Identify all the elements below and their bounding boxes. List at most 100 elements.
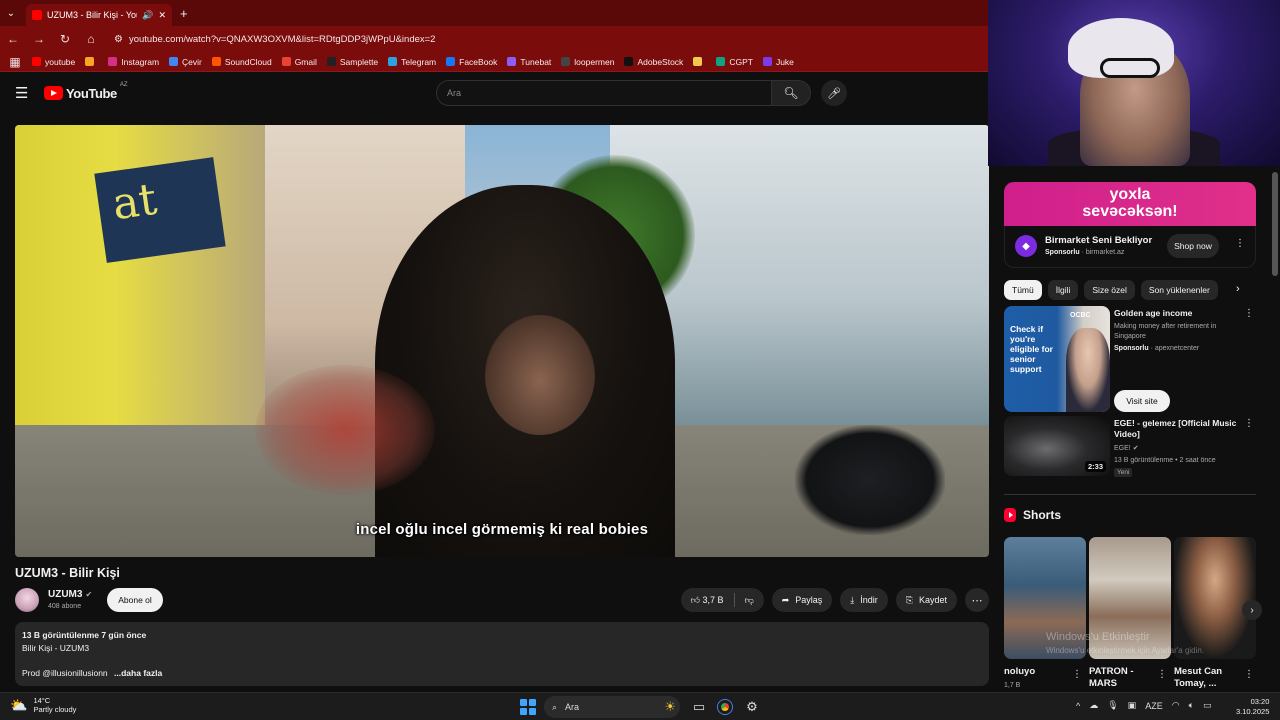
like-count: 3,7 B: [702, 594, 724, 605]
browser-tab-active[interactable]: UZUM3 - Bilir Kişi - YouTub 🔊 ✕: [26, 4, 172, 26]
temperature: 14°C: [33, 696, 51, 705]
bookmark-item[interactable]: Gmail: [281, 57, 317, 67]
bookmark-label: AdobeStock: [637, 56, 684, 67]
url-field[interactable]: ⚙ youtube.com/watch?v=QNAXW3OXVM&list=RDt…: [114, 34, 435, 45]
ad-thumbnail[interactable]: Check if you're eligible for senior supp…: [1004, 306, 1110, 412]
chip-related[interactable]: İlgili: [1047, 280, 1079, 300]
rec-title[interactable]: Golden age income: [1114, 308, 1240, 319]
ad-thumbnail-text: Check if you're eligible for senior supp…: [1010, 324, 1053, 374]
youtube-play-icon: [44, 86, 63, 100]
sponsored-recommendation[interactable]: Check if you're eligible for senior supp…: [1004, 306, 1256, 412]
more-actions-button[interactable]: ⋯: [965, 588, 989, 612]
bookmark-item[interactable]: Tunebat: [507, 57, 551, 67]
display-icon[interactable]: ▣: [1128, 700, 1137, 711]
bookmark-item[interactable]: [85, 57, 98, 66]
bookmark-item[interactable]: Juke: [762, 57, 794, 67]
rec-channel[interactable]: EGE! ✔: [1114, 444, 1240, 454]
chrome-icon[interactable]: [716, 698, 734, 716]
channel-avatar[interactable]: [15, 588, 39, 612]
voice-search-button[interactable]: 🎤︎: [821, 80, 847, 106]
shorts-next-button[interactable]: ›: [1242, 600, 1262, 620]
bookmark-item[interactable]: loopermen: [561, 57, 614, 67]
windows-start-icon[interactable]: [520, 699, 536, 715]
bookmark-item[interactable]: Samplette: [326, 57, 378, 67]
save-button[interactable]: ⎘ Kaydet: [895, 588, 957, 612]
scrollbar-thumb[interactable]: [1272, 172, 1278, 276]
cloud-icon[interactable]: ☁: [1089, 700, 1098, 711]
ad-title[interactable]: Birmarket Seni Bekliyor: [1045, 235, 1152, 246]
bookmark-item[interactable]: CGPT: [716, 57, 753, 67]
app-icon[interactable]: ⚙: [743, 698, 761, 716]
reload-icon[interactable]: ↻: [58, 32, 72, 46]
save-label: Kaydet: [918, 595, 947, 605]
new-tab-button[interactable]: +: [180, 6, 188, 21]
bookmark-item[interactable]: SoundCloud: [211, 57, 272, 67]
ad-banner[interactable]: yoxla sevəcəksən!: [1004, 182, 1256, 226]
home-icon[interactable]: ⌂: [84, 32, 98, 46]
search-input[interactable]: Ara: [436, 80, 772, 106]
audio-playing-icon[interactable]: 🔊: [142, 10, 153, 21]
hamburger-menu-icon[interactable]: ☰: [15, 84, 31, 102]
bookmark-favicon-icon: [446, 57, 456, 66]
youtube-logo[interactable]: YouTube AZ: [44, 82, 128, 101]
rec-more-icon[interactable]: ⋮: [1244, 418, 1254, 429]
bookmark-item[interactable]: Instagram: [108, 57, 159, 67]
share-button[interactable]: ➦ Paylaş: [771, 588, 833, 612]
subscribe-button[interactable]: Abone ol: [107, 588, 163, 612]
ad-domain: birmarket.az: [1085, 249, 1125, 256]
birmarket-logo-icon[interactable]: ◆: [1015, 235, 1037, 257]
task-view-icon[interactable]: ▭: [690, 698, 708, 716]
bookmark-item[interactable]: [693, 57, 706, 66]
forward-icon[interactable]: →: [32, 32, 46, 46]
clock[interactable]: 03:20 3.10.2025: [1236, 697, 1269, 717]
short-more-icon[interactable]: ⋮: [1072, 669, 1082, 680]
dislike-button[interactable]: 👎︎: [745, 595, 754, 606]
rec-thumbnail[interactable]: 2:33: [1004, 416, 1110, 476]
weather-widget[interactable]: ⛅ 14°C Partly cloudy: [10, 696, 76, 714]
video-player[interactable]: at incel oğlu incel görmemiş ki real bob…: [15, 125, 989, 557]
short-title[interactable]: noluyo: [1004, 666, 1070, 678]
sidebar-scrollbar[interactable]: [1270, 166, 1280, 692]
visit-site-button[interactable]: Visit site: [1114, 390, 1170, 412]
chip-all[interactable]: Tümü: [1004, 280, 1042, 300]
chip-for-you[interactable]: Size özel: [1084, 280, 1135, 300]
volume-icon[interactable]: 🔈︎: [1189, 700, 1194, 711]
download-button[interactable]: ⤓ İndir: [840, 588, 888, 612]
battery-icon[interactable]: ▭: [1203, 700, 1212, 711]
show-hidden-icons-icon[interactable]: ^: [1076, 701, 1080, 711]
chip-recent[interactable]: Son yüklenenler: [1140, 280, 1218, 300]
bookmark-item[interactable]: Çevir: [169, 57, 202, 67]
producer-credit[interactable]: Prod @illusionillusionn: [22, 668, 108, 678]
short-title[interactable]: PATRON - MARS: [1089, 666, 1155, 690]
rec-more-icon[interactable]: ⋮: [1244, 308, 1254, 319]
site-info-icon[interactable]: ⚙: [114, 34, 123, 45]
microphone-icon[interactable]: 🎙︎: [1107, 700, 1118, 711]
description-box[interactable]: 13 B görüntülenme 7 gün önce Bilir Kişi …: [15, 622, 989, 686]
wifi-icon[interactable]: ◠: [1172, 700, 1180, 711]
bookmark-favicon-icon: [32, 57, 41, 66]
taskbar-search[interactable]: ⌕ Ara ☀: [544, 696, 680, 718]
short-more-icon[interactable]: ⋮: [1157, 669, 1167, 680]
bookmark-item[interactable]: Telegram: [388, 57, 436, 67]
ocbc-logo: OCBC: [1070, 312, 1091, 319]
short-title[interactable]: Mesut Can Tomay, ...: [1174, 666, 1240, 690]
chevron-right-icon[interactable]: ›: [1236, 283, 1240, 295]
bookmark-item[interactable]: youtube: [32, 57, 75, 67]
tab-search-chevron-icon[interactable]: ⌄: [0, 0, 22, 26]
rec-title[interactable]: EGE! - gelemez [Official Music Video]: [1114, 418, 1240, 440]
like-button[interactable]: 👍︎ 3,7 B: [691, 595, 724, 606]
time: 03:20: [1250, 697, 1270, 706]
video-recommendation[interactable]: 2:33 EGE! - gelemez [Official Music Vide…: [1004, 416, 1256, 478]
back-icon[interactable]: ←: [6, 32, 20, 46]
bookmark-item[interactable]: AdobeStock: [624, 57, 683, 67]
search-button[interactable]: 🔍︎: [771, 80, 811, 106]
bookmark-item[interactable]: FaceBook: [446, 57, 497, 67]
apps-grid-icon[interactable]: ▦: [8, 55, 22, 69]
short-more-icon[interactable]: ⋮: [1244, 669, 1254, 680]
ad-more-icon[interactable]: ⋮: [1235, 238, 1245, 249]
shop-now-button[interactable]: Shop now: [1167, 234, 1219, 258]
channel-name[interactable]: UZUM3 ✔: [48, 589, 92, 600]
language-indicator[interactable]: AZE: [1145, 701, 1163, 711]
close-tab-icon[interactable]: ✕: [158, 10, 166, 21]
show-more-link[interactable]: ...daha fazla: [114, 668, 162, 678]
